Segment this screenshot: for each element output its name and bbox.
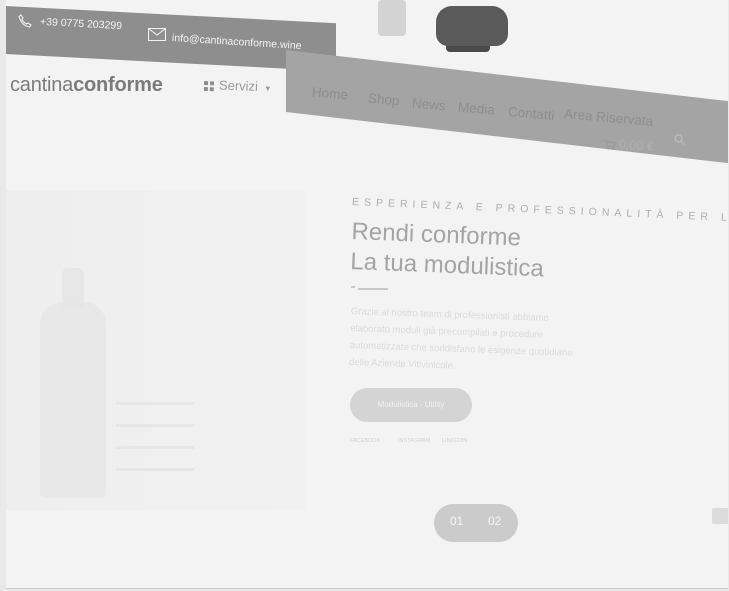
- mail-icon: [148, 28, 166, 41]
- decor-stand: [712, 508, 728, 524]
- nav-media[interactable]: Media: [457, 99, 495, 117]
- nav-home[interactable]: Home: [311, 84, 348, 102]
- chevron-down-icon: ▾: [265, 83, 271, 94]
- servizi-label: Servizi: [218, 77, 259, 94]
- decor-line: [116, 468, 194, 471]
- bottle-image-body: [40, 302, 106, 498]
- facebook-link[interactable]: FACEBOOK: [350, 438, 380, 444]
- modulistica-button[interactable]: Modulistica - Utility: [350, 388, 472, 422]
- webcam-icon: [436, 6, 508, 46]
- nav-bar-background: [286, 50, 728, 166]
- browser-screen: +39 0775 203299 info@cantinaconforme.win…: [6, 0, 728, 589]
- hero-title: Rendi conforme La tua modulistica: [350, 217, 546, 284]
- decor-line: [116, 446, 194, 449]
- site-logo[interactable]: cantinaconforme: [10, 74, 163, 97]
- linkedin-link[interactable]: LINKEDIN: [442, 438, 467, 444]
- accent-dot: [351, 286, 355, 288]
- decor-line: [116, 424, 194, 427]
- nav-shop[interactable]: Shop: [367, 91, 400, 109]
- decor-line: [116, 402, 194, 405]
- logo-bold-text: conforme: [73, 74, 163, 96]
- slide-dot-01[interactable]: 01: [450, 514, 463, 528]
- cart-button[interactable]: 0,00 €: [604, 136, 655, 154]
- logo-light-text: cantina: [10, 74, 74, 96]
- cart-total: 0,00 €: [618, 137, 655, 154]
- phone-icon: [18, 14, 32, 28]
- search-icon[interactable]: [674, 134, 685, 145]
- accent-divider: [358, 288, 388, 290]
- cart-icon: [604, 139, 617, 150]
- hero-title-line-2: La tua modulistica: [349, 247, 545, 283]
- hero-description: Grazie al nostro team di professionisti …: [348, 306, 573, 372]
- instagram-link[interactable]: INSTAGRAM: [398, 438, 430, 444]
- slide-dot-02[interactable]: 02: [488, 514, 501, 528]
- camera-mount: [378, 0, 406, 36]
- slider-pagination: 01 02: [434, 504, 518, 542]
- nav-news[interactable]: News: [411, 96, 446, 114]
- servizi-menu[interactable]: Servizi ▾: [203, 77, 271, 94]
- grid-icon: [203, 80, 215, 91]
